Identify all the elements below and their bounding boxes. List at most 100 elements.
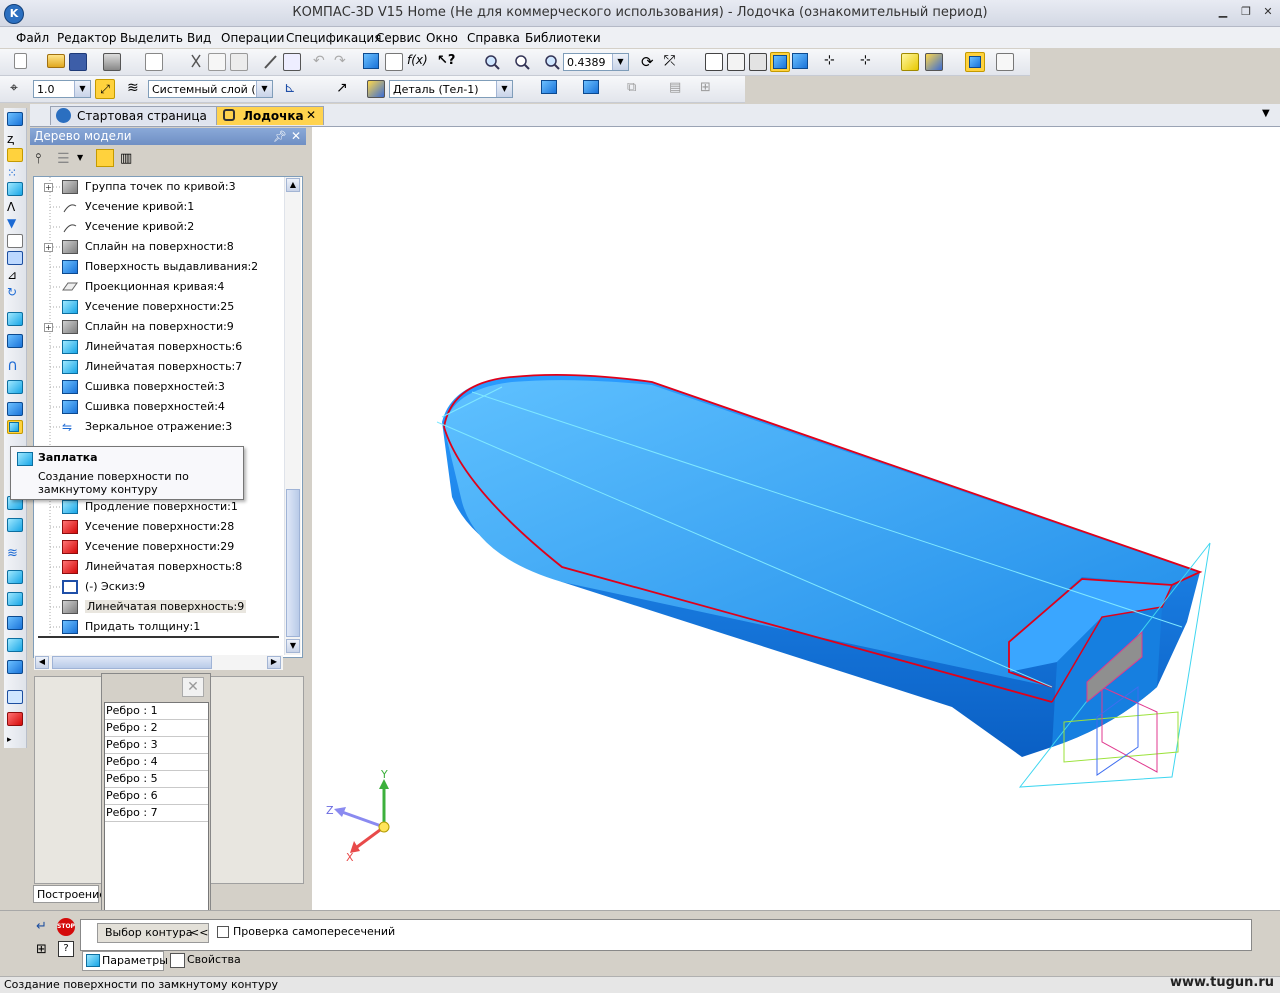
print-icon[interactable] [103, 53, 121, 71]
tree-item[interactable]: Придать толщину:1 [34, 617, 284, 637]
list-item[interactable]: Ребро : 5 [105, 771, 208, 788]
shaded-active-button[interactable] [770, 52, 790, 72]
tab-construction[interactable]: Построение [33, 885, 106, 903]
surf-sweep-icon[interactable]: ∩ [7, 356, 23, 374]
wireframe-icon[interactable] [705, 53, 723, 71]
surf-restore-icon[interactable] [7, 690, 23, 704]
stop-icon[interactable]: STOP [57, 918, 75, 936]
edit-sketch-icon[interactable]: ↗ [336, 80, 354, 98]
tree-item[interactable]: Сшивка поверхностей:3 [34, 377, 284, 397]
tree-item[interactable]: Поверхность выдавливания:2 [34, 257, 284, 277]
tree-item[interactable]: (-) Эскиз:9 [34, 577, 284, 597]
open-folder-icon[interactable] [47, 54, 65, 68]
preview-icon[interactable] [145, 53, 163, 71]
close-panel-icon[interactable]: ✕ [291, 128, 301, 145]
list-item[interactable]: Ребро : 2 [105, 720, 208, 737]
library-icon[interactable] [283, 53, 301, 71]
variables-icon[interactable] [385, 53, 403, 71]
tree-vertical-scrollbar[interactable]: ▲ ▼ [284, 177, 301, 655]
chevron-down-icon[interactable]: ▼ [612, 54, 628, 70]
manager-icon[interactable] [363, 53, 381, 71]
sheet-icon[interactable] [7, 251, 23, 265]
tree-item[interactable]: Усечение кривой:1 [34, 197, 284, 217]
tree-mode-button[interactable] [96, 149, 114, 167]
part-select[interactable]: Деталь (Тел-1) ▼ [389, 80, 513, 98]
surf-revolve-icon[interactable] [7, 334, 23, 348]
surf-equidistant-icon[interactable]: ≋ [7, 546, 23, 561]
surf-trim-icon[interactable] [7, 592, 23, 606]
tree-item[interactable]: ⇋ Зеркальное отражение:3 [34, 417, 284, 437]
tree-item[interactable]: Продление поверхности:1 [34, 497, 284, 517]
chevron-down-icon[interactable]: ▼ [77, 153, 83, 162]
menu-view[interactable]: Вид [187, 31, 211, 45]
assembly-icon[interactable] [925, 53, 943, 71]
surf-stitch-icon[interactable] [7, 638, 23, 652]
tree-item[interactable]: Усечение поверхности:29 [34, 537, 284, 557]
tree-item[interactable]: Проекционная кривая:4 [34, 277, 284, 297]
save-icon[interactable] [69, 53, 87, 71]
tree-item[interactable]: Усечение кривой:2 [34, 217, 284, 237]
redo-icon[interactable]: ↷ [334, 53, 352, 71]
model-viewport[interactable]: Y Z X [312, 127, 1280, 910]
patch-button[interactable] [7, 420, 23, 434]
help-pointer-icon[interactable]: ↖? [437, 53, 455, 71]
confirm-icon[interactable]: ↵ [36, 919, 47, 934]
self-intersect-checkbox[interactable] [217, 926, 229, 938]
points-icon[interactable]: ⁙ [7, 166, 23, 180]
dimension-icon[interactable]: ⊞ [700, 80, 718, 98]
scroll-left-icon[interactable]: ◀ [35, 656, 49, 669]
close-tab-icon[interactable]: ✕ [306, 108, 316, 122]
expand-icon[interactable]: + [44, 183, 53, 192]
surf-points-icon[interactable] [7, 518, 23, 532]
zoom-fit-icon[interactable] [513, 53, 531, 71]
scroll-right-icon[interactable]: ▶ [267, 656, 281, 669]
tab-properties[interactable]: Свойства [168, 953, 241, 968]
shaded-edges-icon[interactable] [792, 53, 810, 71]
layer-select[interactable]: Системный слой (0) ▼ [148, 80, 273, 98]
menu-service[interactable]: Сервис [376, 31, 421, 45]
chevron-down-icon[interactable]: ▼ [496, 81, 512, 97]
tree-item[interactable]: Линейчатая поверхность:9 [34, 597, 284, 617]
snap-icon[interactable]: ⌖ [10, 80, 28, 98]
zoom-scale-icon[interactable] [543, 53, 561, 71]
surfaces-active-icon[interactable] [7, 148, 23, 162]
menu-window[interactable]: Окно [426, 31, 458, 45]
zoom-window-icon[interactable] [483, 53, 501, 71]
surf-extend-icon[interactable] [7, 616, 23, 630]
part-op-icon[interactable] [7, 112, 23, 126]
boat-model[interactable]: Y Z X [312, 127, 1280, 910]
select-contour-button[interactable]: Выбор контура << [97, 923, 209, 943]
part-yellow-icon[interactable] [901, 53, 919, 71]
menu-file[interactable]: Файл [16, 31, 49, 45]
list-item[interactable]: Ребро : 3 [105, 737, 208, 754]
scroll-thumb[interactable] [286, 489, 300, 637]
part-select-icon[interactable] [367, 80, 385, 98]
undo-icon[interactable]: ↶ [313, 53, 331, 71]
list-item[interactable]: Ребро : 4 [105, 754, 208, 771]
more-tools-icon[interactable]: ▸ [7, 735, 23, 749]
copy-icon[interactable] [208, 53, 226, 71]
layer-display-icon[interactable]: ⧉ [627, 80, 645, 98]
new-file-icon[interactable] [14, 53, 27, 69]
grid-icon[interactable]: ⊞ [36, 942, 47, 957]
surf-plane-icon[interactable] [7, 570, 23, 584]
menu-help[interactable]: Справка [467, 31, 520, 45]
tab-parameters[interactable]: Параметры [82, 951, 168, 971]
tree-toggle-button[interactable] [965, 52, 985, 72]
tabs-dropdown-icon[interactable]: ▼ [1262, 108, 1270, 119]
hidden-thin-icon[interactable] [749, 53, 767, 71]
scroll-thumb[interactable] [52, 656, 212, 669]
expand-icon[interactable]: + [44, 323, 53, 332]
filter-icon[interactable]: ⊹ [824, 53, 842, 71]
step-input[interactable]: 1.0 ▼ [33, 80, 91, 98]
tree-filter-icon[interactable]: ▥ [120, 151, 132, 166]
expand-icon[interactable]: + [44, 243, 53, 252]
tree-item[interactable]: + Сплайн на поверхности:8 [34, 237, 284, 257]
surf-loft-icon[interactable] [7, 380, 23, 394]
menu-libraries[interactable]: Библиотеки [525, 31, 601, 45]
filter-icon[interactable]: ▼ [7, 216, 23, 230]
list-item[interactable]: Ребро : 6 [105, 788, 208, 805]
arrays-icon[interactable] [7, 182, 23, 196]
zoom-input[interactable]: 0.4389 ▼ [563, 53, 629, 71]
coordinates-button[interactable]: ⤢ [95, 79, 115, 99]
